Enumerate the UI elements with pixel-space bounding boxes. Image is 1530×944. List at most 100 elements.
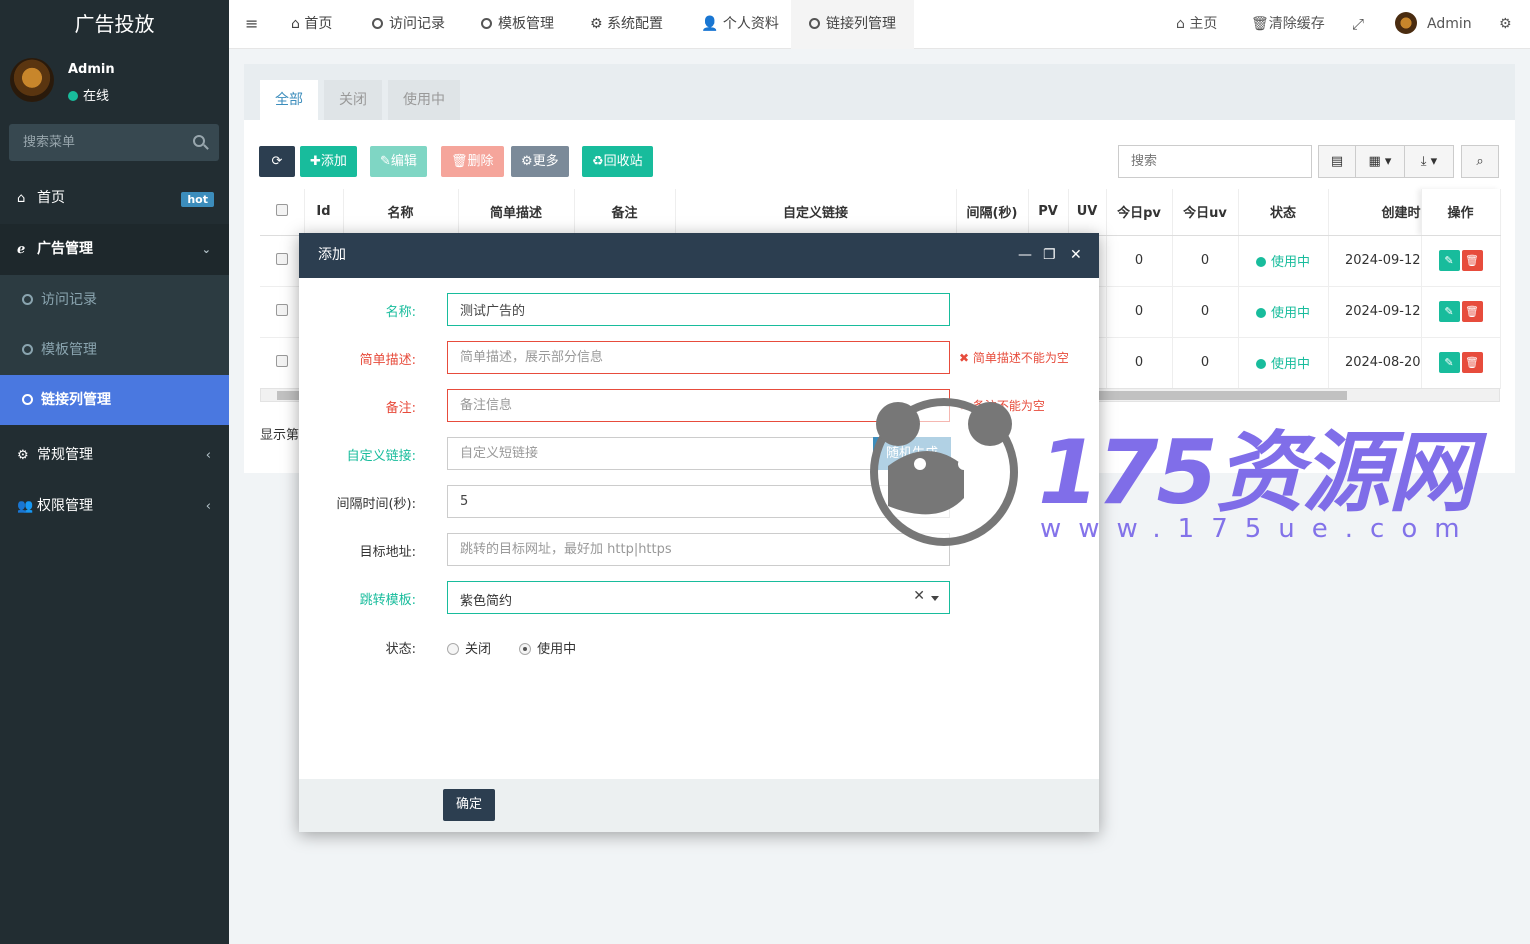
tab-visit-log[interactable]: 访问记录: [372, 0, 445, 49]
pagination-info: 显示第: [260, 428, 300, 443]
status-label: 使用中: [1270, 255, 1310, 270]
tab-template[interactable]: 模板管理: [481, 0, 554, 49]
col-today-pv[interactable]: 今日pv: [1106, 189, 1173, 236]
sidebar-item-label: 常规管理: [37, 447, 93, 463]
minimize-icon[interactable]: —: [1018, 233, 1032, 278]
row-select[interactable]: [260, 235, 305, 287]
status-cell[interactable]: 使用中: [1238, 235, 1329, 287]
clear-cache-button[interactable]: 🗑清除缓存: [1251, 0, 1325, 49]
dialog-header[interactable]: 添加 — ❐ ✕: [299, 233, 1099, 278]
tab-label: 访问记录: [389, 16, 445, 32]
brand-title[interactable]: 广告投放: [0, 0, 229, 50]
tab-closed[interactable]: 关闭: [324, 80, 382, 120]
remark-label: 备注:: [385, 401, 416, 416]
maximize-icon[interactable]: ❐: [1043, 233, 1056, 278]
delete-button[interactable]: 🗑删除: [441, 146, 504, 177]
more-button[interactable]: ⚙更多: [511, 146, 569, 177]
circle-icon: [22, 344, 33, 355]
col-created[interactable]: 创建时: [1328, 189, 1422, 236]
circle-icon: [481, 18, 492, 29]
error-x-icon: ✖: [959, 399, 973, 413]
status-option-in-use[interactable]: 使用中: [519, 642, 576, 657]
recycle-icon: ♻: [592, 154, 604, 169]
col-status[interactable]: 状态: [1238, 189, 1329, 236]
export-icon[interactable]: ⤓ ▾: [1404, 145, 1454, 178]
col-name[interactable]: 名称: [343, 189, 459, 236]
select-all-checkbox[interactable]: [275, 203, 288, 216]
name-input[interactable]: [448, 294, 949, 325]
columns-icon[interactable]: ▦ ▾: [1355, 145, 1405, 178]
table-search-input[interactable]: [1119, 146, 1311, 177]
edit-row-button[interactable]: ✎: [1438, 250, 1460, 271]
menu-toggle-icon[interactable]: ≡: [245, 0, 258, 49]
menu-search-input[interactable]: [9, 124, 219, 161]
tab-link-list[interactable]: 链接列管理: [791, 0, 914, 49]
hot-badge: hot: [181, 192, 214, 207]
add-button[interactable]: ✚添加: [300, 146, 357, 177]
edit-button[interactable]: ✎编辑: [370, 146, 427, 177]
row-select[interactable]: [260, 337, 305, 389]
sidebar-item-template[interactable]: 模板管理: [0, 325, 229, 375]
col-custom-link[interactable]: 自定义链接: [675, 189, 957, 236]
template-select[interactable]: 紫色简约 ✕: [447, 581, 950, 614]
status-radio-group: 关闭 使用中: [447, 638, 576, 657]
random-generate-button[interactable]: 随机生成: [873, 437, 951, 470]
tab-profile[interactable]: 👤 个人资料: [701, 0, 779, 49]
col-pv[interactable]: PV: [1028, 189, 1069, 236]
tab-system-config[interactable]: ⚙ 系统配置: [590, 0, 663, 49]
row-checkbox[interactable]: [275, 303, 288, 316]
edit-row-button[interactable]: ✎: [1438, 301, 1460, 322]
select-all-header[interactable]: [260, 189, 305, 236]
home-link[interactable]: ⌂ 主页: [1176, 0, 1217, 49]
col-id[interactable]: Id: [304, 189, 344, 236]
refresh-button[interactable]: ⟳: [259, 146, 295, 177]
row-select[interactable]: [260, 286, 305, 338]
close-icon[interactable]: ✕: [1070, 233, 1082, 278]
trash-icon: 🗑: [451, 154, 468, 169]
sidebar-item-home[interactable]: ⌂ 首页 hot: [0, 173, 229, 224]
delete-row-button[interactable]: 🗑: [1461, 301, 1483, 322]
col-today-uv[interactable]: 今日uv: [1172, 189, 1239, 236]
status-cell[interactable]: 使用中: [1238, 286, 1329, 338]
search-icon[interactable]: [193, 135, 205, 147]
sidebar-item-label: 权限管理: [37, 498, 93, 514]
recycle-bin-button[interactable]: ♻回收站: [582, 146, 653, 177]
row-checkbox[interactable]: [275, 354, 288, 367]
remark-input[interactable]: [448, 390, 949, 421]
sidebar-item-auth[interactable]: 👥 权限管理 ‹: [0, 481, 229, 532]
radio-in-use[interactable]: [519, 643, 532, 655]
fullscreen-icon[interactable]: ⤢: [1352, 0, 1364, 49]
target-input[interactable]: [448, 534, 949, 565]
settings-gears-icon[interactable]: ⚙: [1499, 0, 1512, 49]
status-cell[interactable]: 使用中: [1238, 337, 1329, 389]
remark-error-text: 备注不能为空: [972, 399, 1045, 413]
admin-menu[interactable]: Admin: [1395, 0, 1472, 49]
name-label: 名称:: [385, 305, 416, 320]
search-icon[interactable]: ⌕: [1461, 145, 1499, 178]
recycle-label: 回收站: [603, 154, 643, 169]
status-option-closed[interactable]: 关闭: [447, 642, 491, 657]
tab-all[interactable]: 全部: [260, 80, 318, 120]
col-desc[interactable]: 简单描述: [458, 189, 575, 236]
desc-input[interactable]: [448, 342, 949, 373]
col-remark[interactable]: 备注: [574, 189, 676, 236]
caret-down-icon[interactable]: [931, 596, 939, 601]
edit-row-button[interactable]: ✎: [1438, 352, 1460, 373]
confirm-button[interactable]: 确定: [443, 789, 495, 821]
sidebar-item-link-list[interactable]: 链接列管理: [0, 375, 229, 425]
tab-in-use[interactable]: 使用中: [388, 80, 460, 120]
clear-icon[interactable]: ✕: [913, 588, 925, 604]
tab-home[interactable]: ⌂ 首页: [291, 0, 332, 49]
col-interval[interactable]: 间隔(秒): [956, 189, 1029, 236]
sidebar-item-general[interactable]: ⚙ 常规管理 ‹: [0, 430, 229, 481]
row-checkbox[interactable]: [275, 252, 288, 265]
delete-row-button[interactable]: 🗑: [1461, 352, 1483, 373]
sidebar-item-visit-log[interactable]: 访问记录: [0, 275, 229, 325]
link-input[interactable]: [448, 438, 873, 469]
sidebar-item-ad-management[interactable]: ℯ 广告管理 ⌄: [0, 224, 229, 275]
interval-input[interactable]: [448, 486, 949, 517]
radio-closed[interactable]: [447, 643, 459, 655]
col-uv[interactable]: UV: [1068, 189, 1107, 236]
delete-row-button[interactable]: 🗑: [1461, 250, 1483, 271]
toggle-view-icon[interactable]: ▤: [1318, 145, 1356, 178]
